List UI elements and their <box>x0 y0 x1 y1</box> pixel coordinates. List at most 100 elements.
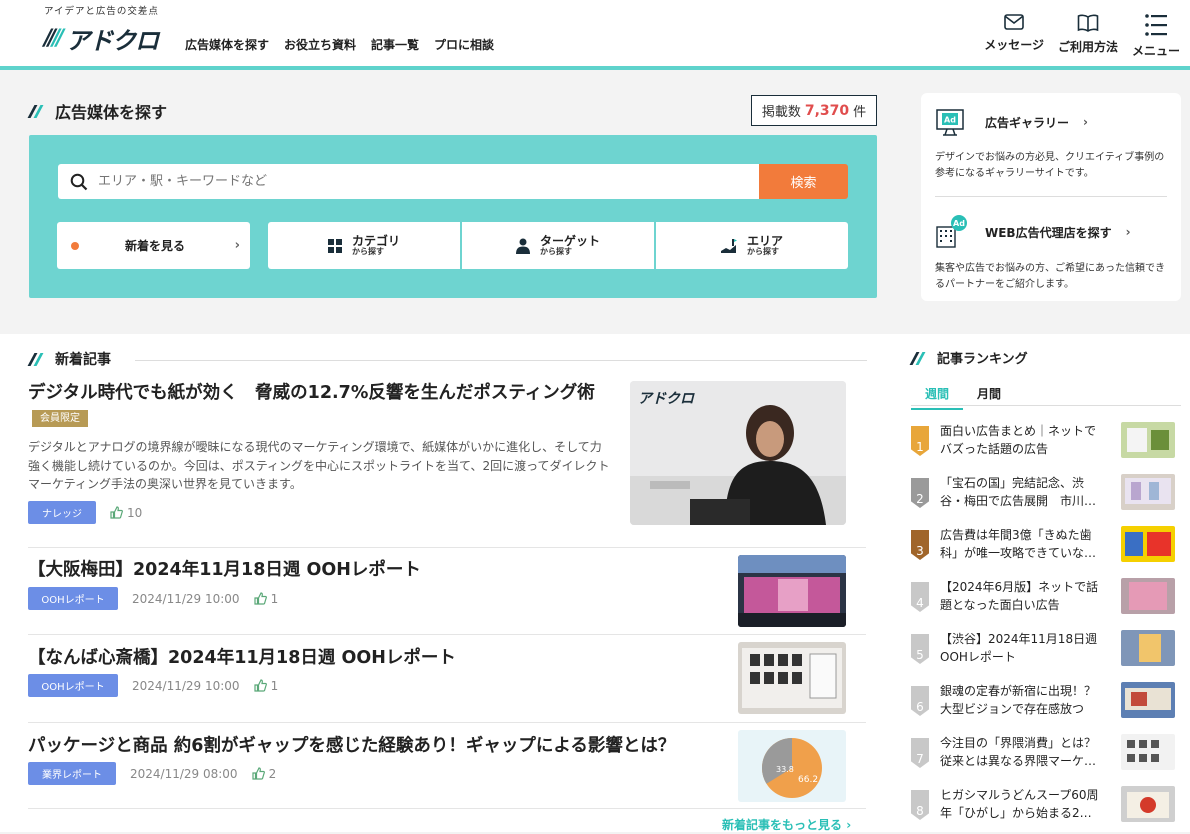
thumbs-up-icon <box>253 592 267 605</box>
ranking-tabs: 週間 月間 <box>911 385 1015 410</box>
message-label: メッセージ <box>984 38 1044 52</box>
category-tag[interactable]: OOHレポート <box>28 587 118 610</box>
ranking-thumbnail <box>1121 734 1175 770</box>
more-articles-label: 新着記事をもっと見る <box>722 818 843 832</box>
article-title[interactable]: 【なんば心斎橋】2024年11月18日週 OOHレポート <box>28 644 456 669</box>
area-sub: から探す <box>746 246 779 256</box>
ranking-thumbnail <box>1121 578 1175 614</box>
news-section-title: 新着記事 <box>55 352 111 368</box>
ranking-item[interactable]: 1 面白い広告まとめ｜ネットでバズった話題の広告 <box>911 422 1179 470</box>
area-icon <box>720 238 737 253</box>
nav-item-search-media[interactable]: 広告媒体を探す <box>185 36 269 53</box>
article-thumbnail[interactable] <box>738 642 846 714</box>
ranking-thumbnail <box>1121 682 1175 718</box>
nav-item-articles[interactable]: 記事一覧 <box>371 36 419 53</box>
count-unit: 件 <box>853 105 867 120</box>
browse-by-area[interactable]: エリア から探す <box>656 222 848 269</box>
ad-gallery-desc: デザインでお悩みの方必見、クリエイティブ事例の参考になるギャラリーサイトです。 <box>935 152 1165 179</box>
ranking-item-title: 銀魂の定春が新宿に出現！？大型ビジョンで存在感放つ <box>940 684 1097 716</box>
umeda-ooh-photo <box>738 555 846 627</box>
article-title[interactable]: パッケージと商品 約6割がギャップを感じた経験あり！ギャップによる影響とは？ <box>28 732 675 757</box>
featured-article-title[interactable]: デジタル時代でも紙が効く 脅威の12.7%反響を生んだポスティング術 会員限定 <box>28 380 618 433</box>
ranking-thumbnail <box>1121 474 1175 510</box>
like-count-value: 1 <box>270 678 279 693</box>
ad-gallery-title: 広告ギャラリー <box>985 115 1070 130</box>
ranking-item[interactable]: 3 広告費は年間3億「きぬた歯科」が唯一攻略できていな… <box>911 526 1179 574</box>
survey-pie-thumbnail: 33.8 66.2 <box>738 730 846 802</box>
message-button[interactable]: メッセージ <box>984 14 1044 59</box>
more-articles-link[interactable]: 新着記事をもっと見る › <box>722 816 851 833</box>
ranking-item[interactable]: 7 今注目の「界隈消費」とは？従来とは異なる界隈マーケ… <box>911 734 1179 782</box>
article-title[interactable]: 【大阪梅田】2024年11月18日週 OOHレポート <box>28 556 421 581</box>
chevron-right-icon: › <box>1083 115 1088 129</box>
search-button[interactable]: 検索 <box>759 164 848 199</box>
article-thumbnail[interactable] <box>738 555 846 627</box>
search-panel: 検索 新着を見る › カテゴリから探す ターゲットから探す エリアから探す <box>29 135 877 298</box>
ad-gallery-link[interactable]: Ad 広告ギャラリー › <box>935 107 1088 137</box>
target-label: ターゲット <box>539 233 600 248</box>
search-input[interactable] <box>98 174 738 189</box>
featured-article-meta: ナレッジ 10 <box>28 501 142 524</box>
like-count[interactable]: 2 <box>251 766 277 781</box>
pie-label-b: 66.2 <box>798 775 818 785</box>
envelope-icon <box>1004 14 1024 30</box>
like-count-value: 2 <box>268 766 277 781</box>
category-tag[interactable]: 業界レポート <box>28 762 116 785</box>
listing-count: 掲載数 7,370 件 <box>751 95 877 126</box>
article-thumbnail[interactable]: 33.8 66.2 <box>738 730 846 802</box>
category-label: カテゴリ <box>351 233 400 248</box>
count-prefix: 掲載数 <box>761 105 801 120</box>
site-logo[interactable]: //// アドクロ <box>44 24 159 55</box>
chevron-right-icon: › <box>1125 225 1131 239</box>
article-date: 2024/11/29 08:00 <box>130 766 238 781</box>
featured-article-image[interactable]: アドクロ <box>630 381 846 525</box>
logo-text: アドクロ <box>66 26 159 55</box>
usage-guide-label: ご利用方法 <box>1057 40 1118 54</box>
web-agency-title: WEB広告代理店を探す <box>985 225 1112 240</box>
slash-mark-icon <box>27 353 45 366</box>
article-date: 2024/11/29 10:00 <box>132 678 240 693</box>
article-meta: 業界レポート 2024/11/29 08:00 2 <box>28 762 276 785</box>
image-logo-text: アドクロ <box>638 391 695 407</box>
browse-by-category[interactable]: カテゴリ から探す <box>268 222 460 269</box>
nav-item-consult[interactable]: プロに相談 <box>434 36 494 53</box>
tab-monthly[interactable]: 月間 <box>963 385 1015 410</box>
new-listings-button[interactable]: 新着を見る › <box>57 222 250 269</box>
side-links-panel: Ad 広告ギャラリー › デザインでお悩みの方必見、クリエイティブ事例の参考にな… <box>921 93 1181 301</box>
usage-guide-button[interactable]: ご利用方法 <box>1058 14 1118 59</box>
article-date: 2024/11/29 10:00 <box>132 591 240 606</box>
category-tag[interactable]: OOHレポート <box>28 674 118 697</box>
ranking-item[interactable]: 6 銀魂の定春が新宿に出現！？大型ビジョンで存在感放つ <box>911 682 1179 730</box>
global-nav: 広告媒体を探す お役立ち資料 記事一覧 プロに相談 <box>185 36 494 53</box>
ranking-item-title: 【渋谷】2024年11月18日週 OOHレポート <box>940 632 1098 664</box>
web-agency-link[interactable]: Ad WEB広告代理店を探す › <box>935 215 1131 249</box>
ranking-item[interactable]: 5 【渋谷】2024年11月18日週 OOHレポート <box>911 630 1179 678</box>
rank-badge: 7 <box>911 738 929 768</box>
browse-by-target[interactable]: ターゲット から探す <box>462 222 654 269</box>
nav-item-resources[interactable]: お役立ち資料 <box>284 36 356 53</box>
rank-badge: 8 <box>911 790 929 820</box>
search-box <box>58 164 759 199</box>
menu-icon <box>1145 14 1167 36</box>
agency-building-icon: Ad <box>936 215 967 248</box>
menu-label: メニュー <box>1131 44 1180 58</box>
new-dot-icon <box>71 241 79 250</box>
category-tag[interactable]: ナレッジ <box>28 501 96 524</box>
article-meta: OOHレポート 2024/11/29 10:00 1 <box>28 587 278 610</box>
ranking-thumbnail <box>1121 422 1175 458</box>
ranking-item[interactable]: 8 ヒガシマルうどんスープ60周年「ひがし」から始まる2… <box>911 786 1179 834</box>
divider <box>28 634 866 635</box>
featured-article-desc: デジタルとアナログの境界線が曖昧になる現代のマーケティング環境で、紙媒体がいかに… <box>28 440 610 492</box>
divider <box>28 722 866 723</box>
ranking-item[interactable]: 4 【2024年6月版】ネットで話題となった面白い広告 <box>911 578 1179 626</box>
like-count[interactable]: 1 <box>253 678 279 693</box>
slash-mark-icon <box>27 105 45 118</box>
tab-weekly[interactable]: 週間 <box>911 385 963 410</box>
like-count[interactable]: 1 <box>253 592 278 606</box>
like-count[interactable]: 10 <box>110 506 142 520</box>
book-icon <box>1077 14 1099 32</box>
search-section-heading: 広告媒体を探す <box>27 99 167 123</box>
ranking-item[interactable]: 2 「宝石の国」完結記念、渋谷・梅田で広告展開 市川… <box>911 474 1179 522</box>
ranking-thumbnail <box>1121 786 1175 822</box>
menu-button[interactable]: メニュー <box>1132 14 1180 59</box>
